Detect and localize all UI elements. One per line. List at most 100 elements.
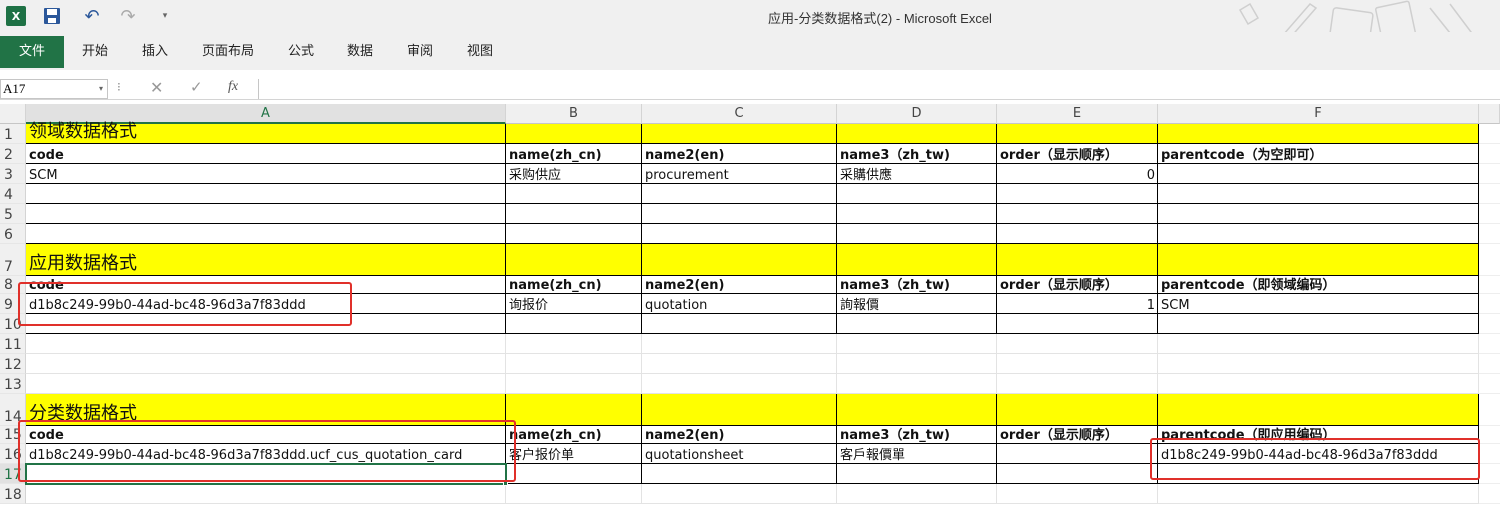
- cell-d14[interactable]: [837, 394, 997, 426]
- cell-b15[interactable]: name(zh_cn): [506, 426, 642, 444]
- cell-f14[interactable]: [1158, 394, 1479, 426]
- cancel-icon[interactable]: ✕: [150, 78, 163, 97]
- cell-d8[interactable]: name3（zh_tw): [837, 276, 997, 294]
- cell-e16[interactable]: [997, 444, 1158, 464]
- cell-e15[interactable]: order（显示顺序）: [997, 426, 1158, 444]
- cell-b6[interactable]: [506, 224, 642, 244]
- cell-b9[interactable]: 询报价: [506, 294, 642, 314]
- cell-f8[interactable]: parentcode（即领域编码）: [1158, 276, 1479, 294]
- cell-c5[interactable]: [642, 204, 837, 224]
- tab-insert[interactable]: 插入: [142, 36, 168, 68]
- cell-f13[interactable]: [1158, 374, 1479, 394]
- cell-f5[interactable]: [1158, 204, 1479, 224]
- tab-page-layout[interactable]: 页面布局: [202, 36, 254, 68]
- tab-file[interactable]: 文件: [0, 36, 64, 68]
- cell-e14[interactable]: [997, 394, 1158, 426]
- cell-b7[interactable]: [506, 244, 642, 276]
- cell-b1[interactable]: [506, 124, 642, 144]
- cell-c7[interactable]: [642, 244, 837, 276]
- cell-c2[interactable]: name2(en): [642, 144, 837, 164]
- cell-f4[interactable]: [1158, 184, 1479, 204]
- cell-d4[interactable]: [837, 184, 997, 204]
- insert-function-icon[interactable]: fx: [228, 79, 238, 95]
- cell-b8[interactable]: name(zh_cn): [506, 276, 642, 294]
- customize-toolbar-icon[interactable]: ▾: [158, 6, 172, 26]
- cell-a6[interactable]: [26, 224, 506, 244]
- cell-c17[interactable]: [642, 464, 837, 484]
- cell-a18[interactable]: [26, 484, 506, 504]
- cell-a4[interactable]: [26, 184, 506, 204]
- cell-b12[interactable]: [506, 354, 642, 374]
- more-options-icon[interactable]: ⁝: [117, 80, 121, 94]
- cell-c6[interactable]: [642, 224, 837, 244]
- chevron-down-icon[interactable]: ▾: [99, 80, 103, 98]
- row-header-11[interactable]: 11: [0, 334, 26, 354]
- cell-d2[interactable]: name3（zh_tw): [837, 144, 997, 164]
- name-box[interactable]: A17 ▾: [0, 79, 108, 99]
- cell-a12[interactable]: [26, 354, 506, 374]
- undo-icon[interactable]: ↶: [82, 6, 102, 27]
- tab-review[interactable]: 审阅: [407, 36, 433, 68]
- cell-a3[interactable]: SCM: [26, 164, 506, 184]
- tab-view[interactable]: 视图: [467, 36, 493, 68]
- cell-f10[interactable]: [1158, 314, 1479, 334]
- cell-e9[interactable]: 1: [997, 294, 1158, 314]
- row-header-18[interactable]: 18: [0, 484, 26, 504]
- cell-b4[interactable]: [506, 184, 642, 204]
- cell-e4[interactable]: [997, 184, 1158, 204]
- cell-a1[interactable]: 领域数据格式: [26, 121, 506, 144]
- cell-a11[interactable]: [26, 334, 506, 354]
- cell-e3[interactable]: 0: [997, 164, 1158, 184]
- cell-e7[interactable]: [997, 244, 1158, 276]
- cell-b14[interactable]: [506, 394, 642, 426]
- column-header-d[interactable]: D: [837, 104, 997, 124]
- cell-e18[interactable]: [997, 484, 1158, 504]
- cell-e10[interactable]: [997, 314, 1158, 334]
- cell-f18[interactable]: [1158, 484, 1479, 504]
- cell-e8[interactable]: order（显示顺序）: [997, 276, 1158, 294]
- cell-e2[interactable]: order（显示顺序）: [997, 144, 1158, 164]
- cell-d18[interactable]: [837, 484, 997, 504]
- cell-d13[interactable]: [837, 374, 997, 394]
- cell-f11[interactable]: [1158, 334, 1479, 354]
- cell-d9[interactable]: 詢報價: [837, 294, 997, 314]
- cell-a7[interactable]: 应用数据格式: [26, 244, 506, 276]
- cell-c16[interactable]: quotationsheet: [642, 444, 837, 464]
- cell-f12[interactable]: [1158, 354, 1479, 374]
- row-header-7[interactable]: 7: [0, 244, 26, 276]
- cell-e17[interactable]: [997, 464, 1158, 484]
- cell-c8[interactable]: name2(en): [642, 276, 837, 294]
- cell-d15[interactable]: name3（zh_tw): [837, 426, 997, 444]
- cell-e13[interactable]: [997, 374, 1158, 394]
- cell-c4[interactable]: [642, 184, 837, 204]
- cell-d5[interactable]: [837, 204, 997, 224]
- cell-d10[interactable]: [837, 314, 997, 334]
- cell-b3[interactable]: 采购供应: [506, 164, 642, 184]
- cell-f9[interactable]: SCM: [1158, 294, 1479, 314]
- cell-c12[interactable]: [642, 354, 837, 374]
- row-header-5[interactable]: 5: [0, 204, 26, 224]
- column-header-b[interactable]: B: [506, 104, 642, 124]
- cell-e11[interactable]: [997, 334, 1158, 354]
- cell-d16[interactable]: 客戶報價單: [837, 444, 997, 464]
- cell-b18[interactable]: [506, 484, 642, 504]
- tab-home[interactable]: 开始: [82, 36, 108, 68]
- cell-b11[interactable]: [506, 334, 642, 354]
- excel-app-icon[interactable]: X: [6, 6, 26, 26]
- cell-c10[interactable]: [642, 314, 837, 334]
- save-icon[interactable]: [42, 6, 62, 26]
- cell-b16[interactable]: 客户报价单: [506, 444, 642, 464]
- cell-b5[interactable]: [506, 204, 642, 224]
- row-header-4[interactable]: 4: [0, 184, 26, 204]
- cell-f1[interactable]: [1158, 124, 1479, 144]
- cell-f7[interactable]: [1158, 244, 1479, 276]
- cell-f6[interactable]: [1158, 224, 1479, 244]
- select-all-corner[interactable]: [0, 104, 26, 124]
- redo-icon[interactable]: ↷: [118, 6, 138, 27]
- column-header-c[interactable]: C: [642, 104, 837, 124]
- cell-b10[interactable]: [506, 314, 642, 334]
- row-header-1[interactable]: 1: [0, 124, 26, 144]
- cell-c15[interactable]: name2(en): [642, 426, 837, 444]
- row-header-12[interactable]: 12: [0, 354, 26, 374]
- cell-d6[interactable]: [837, 224, 997, 244]
